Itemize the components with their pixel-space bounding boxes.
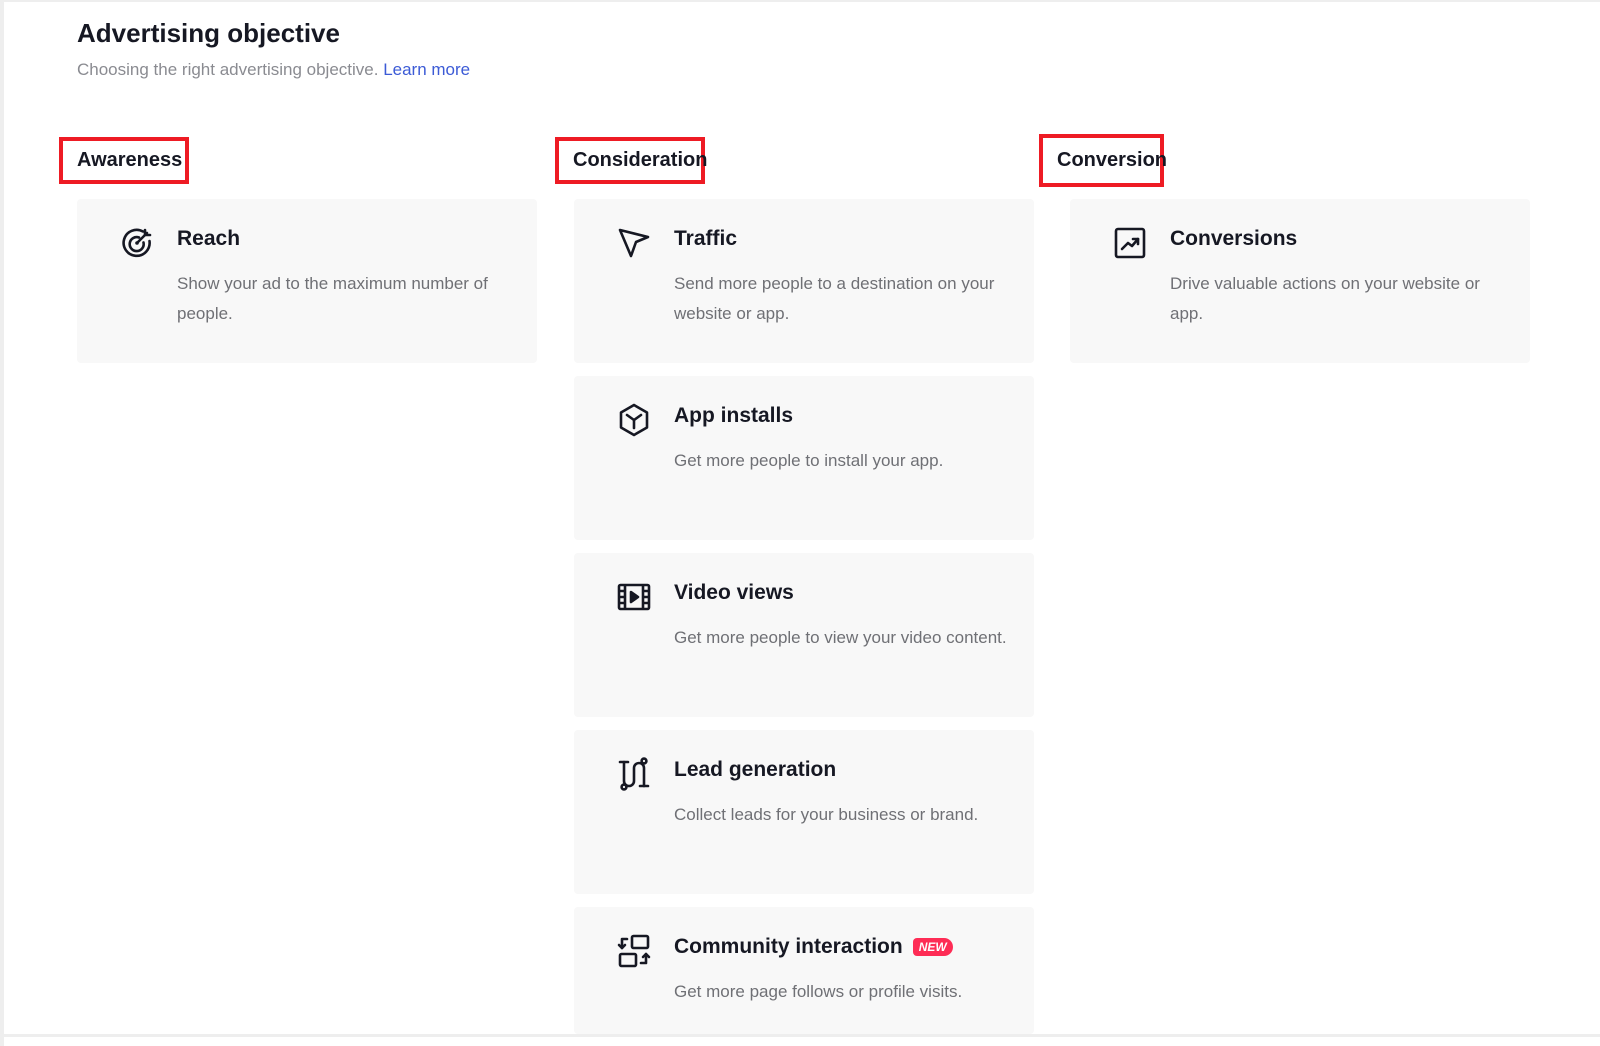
card-title: Traffic: [674, 227, 738, 250]
card-description: Get more page follows or profile visits.: [674, 982, 963, 1001]
target-icon: [117, 223, 157, 263]
new-badge: NEW: [912, 938, 953, 956]
cursor-arrow-icon: [614, 223, 654, 263]
trend-chart-icon: [1110, 223, 1150, 263]
page-title: Advertising objective: [77, 18, 340, 48]
advertising-objective-page: Advertising objective Choosing the right…: [0, 0, 1600, 1046]
objective-card-video-views[interactable]: Video views Get more people to view your…: [574, 553, 1034, 717]
card-title: Community interaction NEW: [674, 935, 953, 959]
objective-card-conversions[interactable]: Conversions Drive valuable actions on yo…: [1070, 199, 1530, 363]
objective-card-reach[interactable]: Reach Show your ad to the maximum number…: [77, 199, 537, 363]
card-title: Lead generation: [674, 758, 837, 781]
card-title: Conversions: [1170, 227, 1298, 250]
card-description: Get more people to view your video conte…: [674, 628, 1007, 647]
section-heading-consideration: Consideration: [555, 137, 707, 184]
bottom-divider: [0, 1034, 1600, 1037]
card-title-text: Community interaction: [674, 935, 903, 958]
section-heading-awareness: Awareness: [59, 137, 189, 184]
objective-card-community-interaction[interactable]: Community interaction NEW Get more page …: [574, 907, 1034, 1034]
card-description: Show your ad to the maximum number of pe…: [177, 274, 488, 323]
card-title: App installs: [674, 404, 794, 427]
left-divider: [0, 0, 4, 1046]
swap-frames-icon: [614, 931, 654, 971]
film-play-icon: [614, 577, 654, 617]
card-title: Video views: [674, 581, 794, 604]
card-description: Get more people to install your app.: [674, 451, 944, 470]
hexagon-box-icon: [614, 400, 654, 440]
learn-more-link[interactable]: Learn more: [383, 60, 470, 79]
objective-card-traffic[interactable]: Traffic Send more people to a destinatio…: [574, 199, 1034, 363]
page-subtitle: Choosing the right advertising objective…: [77, 60, 470, 80]
objective-card-app-installs[interactable]: App installs Get more people to install …: [574, 376, 1034, 540]
subtitle-text: Choosing the right advertising objective…: [77, 60, 379, 79]
section-heading-conversion: Conversion: [1039, 134, 1167, 187]
objective-card-lead-generation[interactable]: Lead generation Collect leads for your b…: [574, 730, 1034, 894]
magnet-icon: [614, 754, 654, 794]
card-title: Reach: [177, 227, 241, 250]
card-description: Send more people to a destination on you…: [674, 274, 995, 323]
card-description: Drive valuable actions on your website o…: [1170, 274, 1480, 323]
top-divider: [0, 0, 1600, 2]
card-description: Collect leads for your business or brand…: [674, 805, 979, 824]
